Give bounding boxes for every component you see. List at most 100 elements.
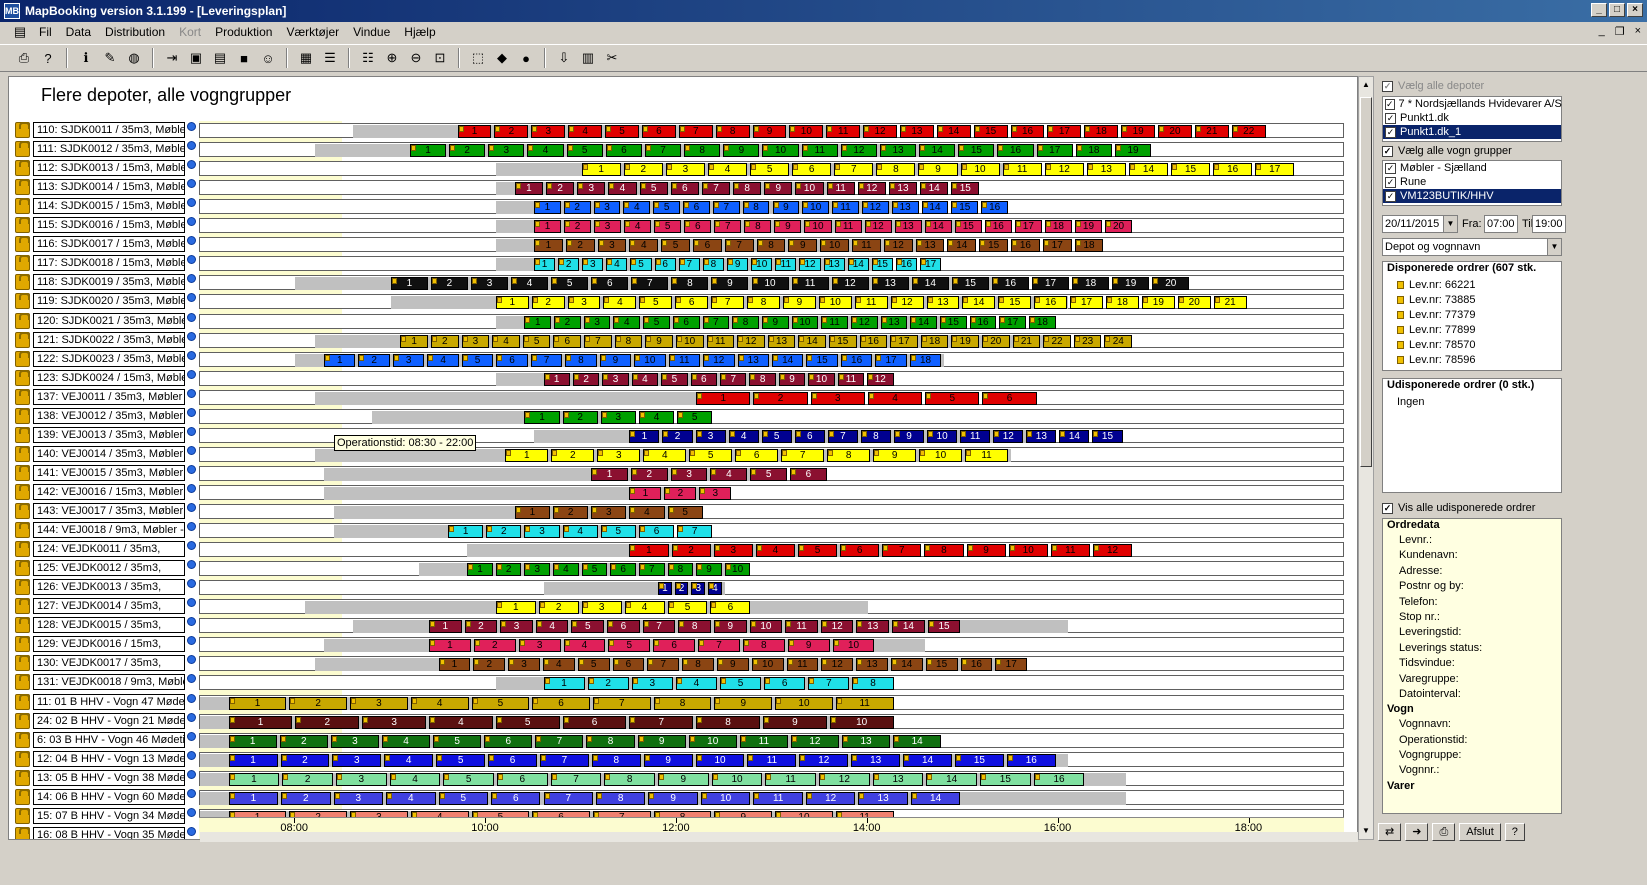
info-icon[interactable] (187, 655, 196, 665)
order-block[interactable]: 10 (751, 658, 784, 672)
checkbox-icon[interactable]: ✓ (1385, 176, 1396, 188)
lock-icon[interactable] (15, 655, 30, 672)
order-block[interactable]: 2 (358, 353, 390, 367)
lock-icon[interactable] (15, 141, 30, 158)
order-block[interactable]: 6 (638, 525, 675, 539)
order-block[interactable]: 16 (859, 334, 888, 348)
order-block[interactable]: 1 (629, 429, 660, 443)
order-block[interactable]: 5 (643, 315, 670, 329)
menu-distribution[interactable]: Distribution (98, 25, 172, 39)
order-block[interactable]: 3 (470, 277, 509, 291)
order-block[interactable]: 9 (711, 277, 749, 291)
order-block[interactable]: 2 (531, 296, 565, 310)
order-block[interactable]: 16 (960, 658, 993, 672)
order-block[interactable]: 1 (533, 201, 561, 215)
order-block[interactable]: 5 (522, 334, 551, 348)
vehicle-label[interactable]: 24: 02 B HHV - Vogn 21 Mødetid (33, 712, 185, 729)
order-block[interactable]: 12 (820, 620, 854, 634)
vehicle-label[interactable]: 124: VEJDK0011 / 35m3, (33, 541, 185, 558)
order-block[interactable]: 8 (732, 315, 759, 329)
order-block[interactable]: 3 (531, 125, 566, 138)
order-block[interactable]: 5 (661, 239, 690, 253)
order-block[interactable]: 2 (572, 372, 600, 386)
order-block[interactable]: 13 (926, 296, 960, 310)
order-block[interactable]: 12 (790, 734, 839, 748)
order-block[interactable]: 4 (643, 448, 687, 462)
lock-icon[interactable] (15, 522, 30, 539)
order-block[interactable]: 2 (495, 563, 522, 577)
order-block[interactable]: 19 (1114, 144, 1152, 158)
lock-icon[interactable] (15, 312, 30, 329)
order-block[interactable]: 2 (564, 220, 592, 234)
menu-vindue[interactable]: Vindue (346, 25, 397, 39)
order-block[interactable]: 13 (737, 353, 769, 367)
vehicle-track[interactable]: 1 2 3 4 5 6 7 8 9 10 11 12 13 14 15 16 17 (199, 161, 1344, 177)
order-block[interactable]: 15 (1092, 429, 1123, 443)
vehicle-label[interactable]: 120: SJDK0021 / 35m3, Møbler (33, 312, 185, 329)
order-block[interactable]: 1 (495, 601, 536, 615)
select-all-depots-checkbox[interactable]: ✓ Vælg alle depoter (1382, 78, 1484, 94)
order-block[interactable]: 11 (826, 125, 861, 138)
order-block[interactable]: 8 (715, 125, 750, 138)
order-block[interactable]: 10 (789, 125, 824, 138)
order-block[interactable]: 19 (951, 334, 980, 348)
order-block[interactable]: 14 (924, 220, 952, 234)
vehicle-label[interactable]: 129: VEJDK0016 / 15m3, (33, 636, 185, 653)
select-icon[interactable]: ⬚ (468, 48, 488, 68)
order-block[interactable]: 11 (852, 239, 881, 253)
lock-icon[interactable] (15, 483, 30, 500)
order-block[interactable]: 12 (821, 658, 854, 672)
order-block[interactable]: 3 (461, 334, 490, 348)
order-block[interactable]: 14 (903, 753, 952, 767)
order-block[interactable]: 7 (539, 753, 589, 767)
truck-icon[interactable]: ▣ (186, 48, 206, 68)
order-block[interactable]: 2 (464, 620, 498, 634)
lock-icon[interactable] (15, 160, 30, 177)
order-block[interactable]: 6 (794, 429, 825, 443)
order-block[interactable]: 4 (867, 391, 923, 405)
order-block[interactable]: 21 (1012, 334, 1041, 348)
order-block[interactable]: 9 (966, 544, 1006, 558)
order-block[interactable]: 8 (827, 448, 871, 462)
order-block[interactable]: 1 (533, 239, 563, 253)
order-block[interactable]: 4 (629, 506, 665, 519)
order-block[interactable]: 5 (566, 144, 603, 158)
stamp-icon[interactable]: ● (516, 48, 536, 68)
order-block[interactable]: 14 (947, 239, 977, 253)
vehicle-label[interactable]: 119: SJDK0020 / 35m3, Møbler (33, 293, 185, 310)
order-block[interactable]: 9 (782, 296, 816, 310)
order-block[interactable]: 15 (980, 772, 1031, 786)
maximize-button[interactable]: □ (1609, 3, 1625, 17)
vehicle-label[interactable]: 116: SJDK0017 / 15m3, Møbler (33, 236, 185, 253)
order-block[interactable]: 9 (727, 258, 749, 272)
order-block[interactable]: 3 (631, 677, 673, 691)
info-icon[interactable] (187, 750, 196, 760)
order-block[interactable]: 4 (613, 315, 641, 329)
vehicle-label[interactable]: 131: VEJDK0018 / 9m3, Møbler (33, 674, 185, 691)
vehicle-track[interactable]: 1 2 3 4 5 6 7 8 9 10 11 12 13 14 15 16 17 (199, 656, 1344, 672)
order-block[interactable]: 18 (1072, 277, 1110, 291)
globe-icon[interactable]: ◍ (124, 48, 144, 68)
order-block[interactable]: 9 (643, 753, 693, 767)
order-block[interactable]: 20 (1177, 296, 1211, 310)
order-block[interactable]: 7 (647, 658, 680, 672)
lock-icon[interactable] (15, 693, 30, 710)
order-block[interactable]: 1 (228, 772, 280, 786)
info-icon[interactable] (187, 579, 196, 589)
vehicle-label[interactable]: 115: SJDK0016 / 15m3, Møbler (33, 217, 185, 234)
order-block[interactable]: 8 (702, 258, 725, 272)
order-block[interactable]: 6 (690, 372, 717, 386)
order-block[interactable]: 1 (228, 715, 293, 729)
order-block[interactable]: 2 (279, 734, 328, 748)
order-block[interactable]: 17 (1014, 220, 1042, 234)
order-block[interactable]: 2 (473, 658, 506, 672)
lock-icon[interactable] (15, 255, 30, 272)
order-block[interactable]: 4 (707, 163, 748, 177)
order-block[interactable]: 4 (410, 696, 469, 710)
order-node[interactable]: Lev.nr: 77899 (1383, 322, 1561, 337)
order-block[interactable]: 10 (749, 620, 783, 634)
info-icon[interactable] (187, 503, 196, 512)
vehicle-label[interactable]: 111: SJDK0012 / 35m3, Møbler (33, 141, 185, 158)
scroll-up-icon[interactable]: ▲ (1360, 78, 1372, 92)
to-time-input[interactable]: 19:00 (1532, 215, 1566, 233)
